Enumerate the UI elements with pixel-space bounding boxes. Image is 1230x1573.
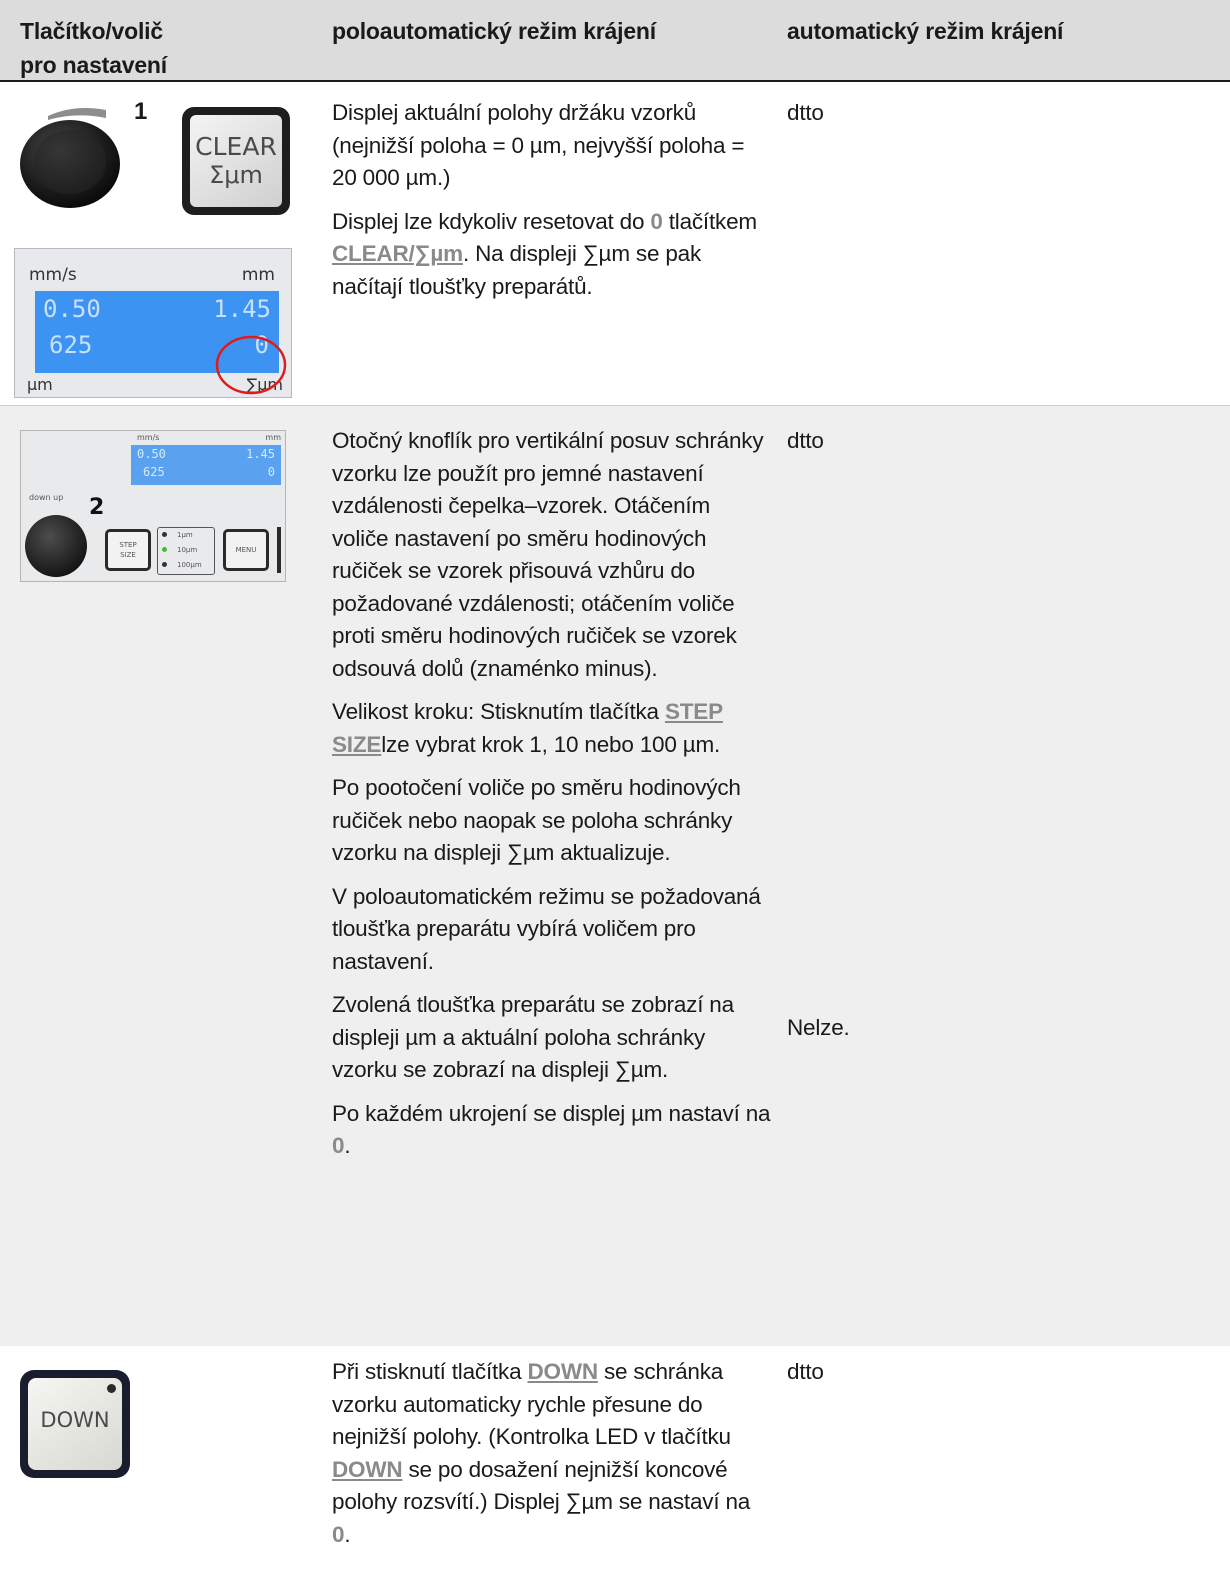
- step-10um: 10µm: [177, 546, 198, 554]
- down-key-reference-2: DOWN: [332, 1456, 403, 1482]
- row-1-semi-text: Displej aktuální polohy držáku vzorků (n…: [332, 97, 772, 314]
- table-header: Tlačítko/volič pro nastavení poloautomat…: [0, 0, 1230, 80]
- highlight-zero: 0: [332, 1133, 345, 1158]
- panel-lcd-position: 1.45: [246, 447, 275, 461]
- panel-lcd-thickness: 625: [143, 465, 165, 479]
- header-col-auto: automatický režim krájení: [787, 18, 1064, 44]
- step-1um: 1µm: [177, 531, 193, 539]
- clear-key-reference: CLEAR/∑µm: [332, 241, 463, 266]
- display-thickness-value: 625: [49, 331, 93, 359]
- menu-key-icon: MENU: [223, 529, 269, 571]
- display-unit-mms: mm/s: [29, 265, 77, 285]
- display-speed-value: 0.50: [43, 295, 101, 323]
- clear-key-line2: Σμm: [209, 161, 263, 189]
- header-col-control-line2: pro nastavení: [20, 52, 167, 78]
- header-col-control: Tlačítko/volič pro nastavení: [20, 14, 167, 82]
- down-key-reference: DOWN: [527, 1359, 598, 1384]
- panel-edge: [277, 527, 281, 573]
- handwheel-knob-icon: [20, 108, 120, 208]
- step-size-key-icon: STEP SIZE: [105, 529, 151, 571]
- callout-1: 1: [134, 98, 148, 125]
- row-2-semi-p5: Zvolená tloušťka preparátu se zobrazí na…: [332, 992, 734, 1082]
- led-indicator-icon: [107, 1384, 116, 1393]
- row-2-semi-p3: Po pootočení voliče po směru hodinových …: [332, 775, 741, 865]
- row-3-semi-p1: Při stisknutí tlačítka DOWN se schránka …: [332, 1359, 751, 1547]
- callout-2: 2: [89, 495, 105, 520]
- row-2-semi-p4: V poloautomatickém režimu se požadovaná …: [332, 883, 761, 974]
- down-key-icon: DOWN: [20, 1370, 130, 1478]
- panel-knob-label: down up: [29, 493, 64, 502]
- display-position-value: 1.45: [213, 295, 271, 323]
- step-100um: 100µm: [177, 561, 202, 569]
- row-3-semi-text: Při stisknutí tlačítka DOWN se schránka …: [332, 1356, 772, 1562]
- down-key-label: DOWN: [40, 1408, 110, 1432]
- panel-unit-mms: mm/s: [137, 433, 160, 442]
- row-1-semi-p2: Displej lze kdykoliv resetovat do 0 tlač…: [332, 208, 757, 299]
- row-2-semi-text: Otočný knoflík pro vertikální posuv schr…: [332, 425, 772, 1174]
- fine-adjust-knob-icon: [25, 515, 87, 577]
- instruction-table: Tlačítko/volič pro nastavení poloautomat…: [0, 0, 1230, 1573]
- highlight-zero: 0: [650, 208, 663, 234]
- clear-key-line1: CLEAR: [195, 132, 277, 161]
- highlight-zero: 0: [332, 1521, 345, 1547]
- row-2-auto-text: dtto: [787, 428, 824, 453]
- clear-key-icon: CLEAR Σμm: [182, 107, 290, 215]
- row-2-semi-p1: Otočný knoflík pro vertikální posuv schr…: [332, 428, 764, 681]
- header-col-semi: poloautomatický režim krájení: [332, 18, 656, 44]
- row-2-semi-p2: Velikost kroku: Stisknutím tlačítka STEP…: [332, 699, 723, 757]
- row-1-auto-text: dtto: [787, 100, 824, 125]
- panel-lcd-sum: 0: [267, 465, 275, 479]
- panel-lcd: 0.50 1.45 625 0: [131, 445, 281, 485]
- row-2-auto-text-2: Nelze.: [787, 1015, 850, 1040]
- step-key-line1: STEP: [119, 541, 137, 549]
- control-panel-photo: mm/s mm 0.50 1.45 625 0 down up 2 STEP S…: [20, 430, 286, 582]
- panel-unit-mm: mm: [265, 433, 281, 442]
- step-key-line2: SIZE: [120, 551, 136, 559]
- step-size-indicators: 1µm 10µm 100µm: [157, 527, 215, 575]
- lcd-display-panel: mm/s mm 0.50 1.45 625 0 µm ∑µm: [14, 248, 292, 398]
- panel-lcd-speed: 0.50: [137, 447, 166, 461]
- display-unit-mm: mm: [241, 265, 275, 285]
- row-3-auto-text: dtto: [787, 1359, 824, 1384]
- row-2-semi-p6: Po každém ukrojení se displej µm nastaví…: [332, 1100, 771, 1159]
- display-unit-um: µm: [27, 375, 53, 394]
- header-col-control-line1: Tlačítko/volič: [20, 18, 163, 44]
- row-1-semi-p1: Displej aktuální polohy držáku vzorků (n…: [332, 100, 745, 190]
- header-divider: [0, 80, 1230, 82]
- highlight-circle-icon: [215, 335, 287, 395]
- row-divider-1: [0, 405, 1230, 406]
